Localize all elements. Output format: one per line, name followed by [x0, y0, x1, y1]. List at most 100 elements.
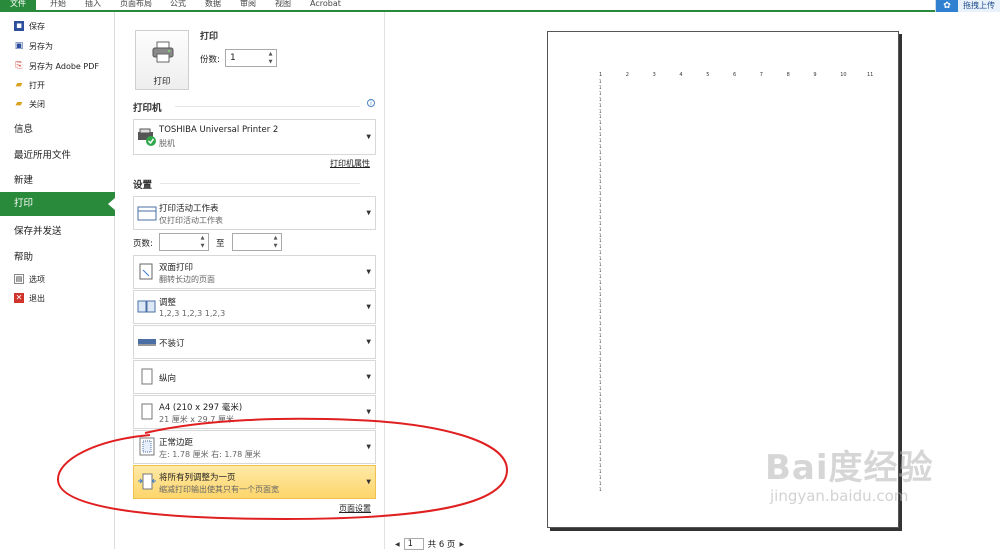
pages-from-input[interactable]: ▲ ▼ — [159, 233, 209, 251]
upload-button[interactable]: ✿ 拖拽上传 — [935, 0, 1000, 14]
tab-data[interactable]: 数据 — [205, 0, 221, 10]
preview-column-cell: 1 — [599, 90, 602, 96]
preview-column-cell: 1 — [599, 155, 602, 161]
preview-column-cell: 1 — [599, 214, 602, 220]
preview-column-cell: 1 — [599, 226, 602, 232]
preview-first-column: 1111111111111111111111111111111111111111… — [599, 79, 602, 492]
staple-dropdown[interactable]: 不装订 ▼ — [133, 325, 376, 359]
total-pages-label: 共 6 页 — [427, 540, 456, 550]
preview-column-cell: 1 — [599, 403, 602, 409]
print-scope-dropdown[interactable]: 打印活动工作表 仅打印活动工作表 ▼ — [133, 196, 376, 230]
preview-column-cell: 1 — [599, 273, 602, 279]
print-scope-main: 打印活动工作表 — [159, 204, 219, 214]
nav-print-active[interactable]: 打印 — [0, 192, 116, 216]
collate-sub: 1,2,3 1,2,3 1,2,3 — [159, 309, 226, 318]
save-icon: ▪ — [14, 21, 24, 31]
previous-page-icon[interactable]: ◀ — [395, 541, 400, 548]
preview-column-cell: 1 — [599, 208, 602, 214]
nav-exit-label: 退出 — [29, 293, 45, 303]
open-folder-icon: ▰ — [15, 80, 23, 90]
printer-dropdown[interactable]: TOSHIBA Universal Printer 2 脱机 ▼ — [133, 119, 376, 155]
settings-heading: 设置 — [133, 180, 153, 191]
preview-column-cell: 1 — [599, 285, 602, 291]
collate-dropdown[interactable]: 调整 1,2,3 1,2,3 1,2,3 ▼ — [133, 290, 376, 324]
preview-column-cell: 1 — [599, 332, 602, 338]
copies-stepper[interactable]: 1 ▲ ▼ — [225, 49, 277, 67]
pages-from-down-arrow-icon[interactable]: ▼ — [198, 242, 207, 250]
nav-save[interactable]: ▪ 保存 — [14, 18, 45, 34]
page-setup-link[interactable]: 页面设置 — [339, 503, 371, 514]
nav-save-send[interactable]: 保存并发送 — [14, 223, 62, 237]
print-scope-sub: 仅打印活动工作表 — [159, 216, 223, 225]
tab-insert[interactable]: 插入 — [85, 0, 101, 10]
preview-header-number: 6 — [733, 72, 737, 78]
duplex-arrow-icon: ▼ — [366, 268, 371, 276]
upload-label: 拖拽上传 — [963, 1, 995, 10]
tab-review[interactable]: 审阅 — [240, 0, 256, 10]
preview-column-cell: 1 — [599, 220, 602, 226]
preview-header-number: 3 — [652, 72, 656, 78]
settings-divider — [160, 183, 360, 184]
scaling-arrow-icon: ▼ — [366, 478, 371, 486]
nav-exit[interactable]: ✕ 退出 — [14, 290, 45, 306]
copies-up-arrow-icon[interactable]: ▲ — [266, 50, 275, 58]
pages-to-input[interactable]: ▲ ▼ — [232, 233, 282, 251]
close-folder-icon: ▰ — [15, 99, 23, 109]
orientation-arrow-icon: ▼ — [366, 373, 371, 381]
nav-open[interactable]: ▰ 打开 — [14, 77, 45, 93]
options-icon: ▤ — [14, 274, 24, 284]
duplex-sub: 翻转长边的页面 — [159, 275, 215, 284]
fit-columns-icon — [138, 473, 156, 490]
nav-options[interactable]: ▤ 选项 — [14, 271, 45, 287]
duplex-dropdown[interactable]: 双面打印 翻转长边的页面 ▼ — [133, 255, 376, 289]
copies-label: 份数: — [200, 55, 220, 65]
orientation-main: 纵向 — [159, 374, 177, 384]
printer-properties-link[interactable]: 打印机属性 — [330, 158, 370, 169]
print-heading: 打印 — [200, 32, 219, 42]
nav-new[interactable]: 新建 — [14, 172, 33, 186]
copies-down-arrow-icon[interactable]: ▼ — [266, 58, 275, 66]
nav-save-as-pdf[interactable]: ⎘ 另存为 Adobe PDF — [14, 58, 99, 74]
orientation-dropdown[interactable]: 纵向 ▼ — [133, 360, 376, 394]
tab-acrobat[interactable]: Acrobat — [310, 0, 341, 10]
scaling-sub: 缩减打印输出使其只有一个页面宽 — [159, 485, 279, 494]
collate-icon — [137, 300, 156, 313]
nav-save-as[interactable]: ▣ 另存为 — [14, 38, 53, 54]
nav-help[interactable]: 帮助 — [14, 249, 33, 263]
tab-page-layout[interactable]: 页面布局 — [120, 0, 152, 10]
pages-to-up-arrow-icon[interactable]: ▲ — [271, 234, 280, 242]
nav-info[interactable]: 信息 — [14, 121, 33, 135]
scaling-dropdown[interactable]: 将所有列调整为一页 缩减打印输出使其只有一个页面宽 ▼ — [133, 465, 376, 499]
paper-size-dropdown[interactable]: A4 (210 x 297 毫米) 21 厘米 x 29.7 厘米 ▼ — [133, 395, 376, 429]
tab-view[interactable]: 视图 — [275, 0, 291, 10]
info-icon[interactable]: i — [367, 99, 375, 107]
tab-formulas[interactable]: 公式 — [170, 0, 186, 10]
preview-header-number: 9 — [813, 72, 817, 78]
duplex-main: 双面打印 — [159, 263, 194, 273]
worksheet-icon — [137, 206, 157, 221]
next-page-icon[interactable]: ▶ — [459, 541, 464, 548]
collate-main: 调整 — [159, 298, 177, 308]
print-button[interactable]: 打印 — [135, 30, 189, 90]
preview-column-cell: 1 — [599, 486, 602, 492]
nav-recent[interactable]: 最近所用文件 — [14, 147, 71, 161]
nav-close[interactable]: ▰ 关闭 — [14, 96, 45, 112]
exit-icon: ✕ — [14, 293, 24, 303]
nav-options-label: 选项 — [29, 274, 45, 284]
save-as-icon: ▣ — [14, 41, 24, 51]
pages-label: 页数: — [133, 239, 153, 249]
margins-arrow-icon: ▼ — [366, 443, 371, 451]
margins-dropdown[interactable]: 正常边距 左: 1.78 厘米 右: 1.78 厘米 ▼ — [133, 430, 376, 464]
preview-header-number: 7 — [759, 72, 763, 78]
preview-header-number: 11 — [867, 72, 874, 78]
scaling-main: 将所有列调整为一页 — [159, 473, 236, 483]
nav-save-as-label: 另存为 — [29, 41, 53, 51]
tab-file[interactable]: 文件 — [0, 0, 36, 10]
pages-from-up-arrow-icon[interactable]: ▲ — [198, 234, 207, 242]
printer-status: 脱机 — [159, 139, 175, 148]
tab-home[interactable]: 开始 — [50, 0, 66, 10]
staple-main: 不装订 — [159, 339, 185, 349]
preview-column-cell: 1 — [599, 344, 602, 350]
pages-to-down-arrow-icon[interactable]: ▼ — [271, 242, 280, 250]
current-page-input[interactable]: 1 — [403, 538, 424, 550]
